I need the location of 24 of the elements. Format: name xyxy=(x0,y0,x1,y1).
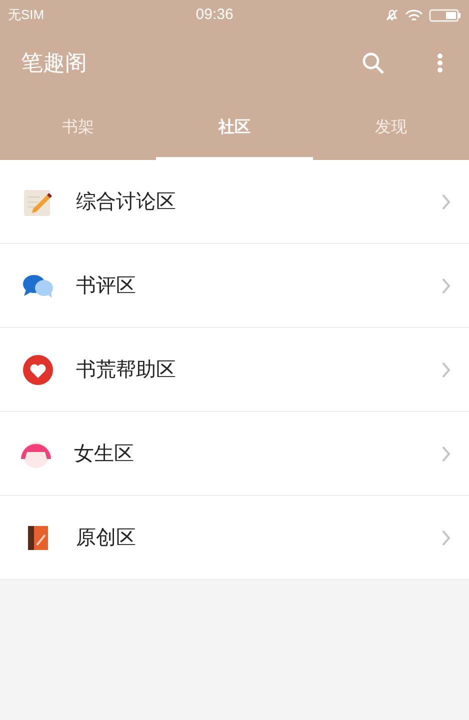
item-label: 综合讨论区 xyxy=(76,190,177,214)
search-icon[interactable] xyxy=(361,50,385,74)
clock: 09:36 xyxy=(196,4,234,25)
chevron-right-icon xyxy=(441,528,451,546)
item-label: 女生区 xyxy=(74,442,135,466)
chevron-right-icon xyxy=(441,192,451,210)
list-item[interactable]: 原创区 xyxy=(0,496,469,580)
list-item[interactable]: 综合讨论区 xyxy=(0,160,469,244)
wifi-icon xyxy=(404,8,423,22)
carrier-label: 无SIM xyxy=(8,6,44,24)
app-title: 笔趣阁 xyxy=(21,49,88,77)
list-item[interactable]: 女生区 xyxy=(0,412,469,496)
item-label: 书评区 xyxy=(76,274,137,298)
battery-icon xyxy=(428,8,461,22)
item-label: 书荒帮助区 xyxy=(76,358,177,382)
mute-icon xyxy=(384,8,399,22)
chevron-right-icon xyxy=(441,444,451,462)
chevron-right-icon xyxy=(441,276,451,294)
item-label: 原创区 xyxy=(76,526,137,550)
list-item[interactable]: 书评区 xyxy=(0,244,469,328)
book-icon xyxy=(27,524,49,550)
list-item[interactable]: 书荒帮助区 xyxy=(0,328,469,412)
chevron-right-icon xyxy=(441,360,451,378)
more-icon[interactable] xyxy=(437,52,443,72)
